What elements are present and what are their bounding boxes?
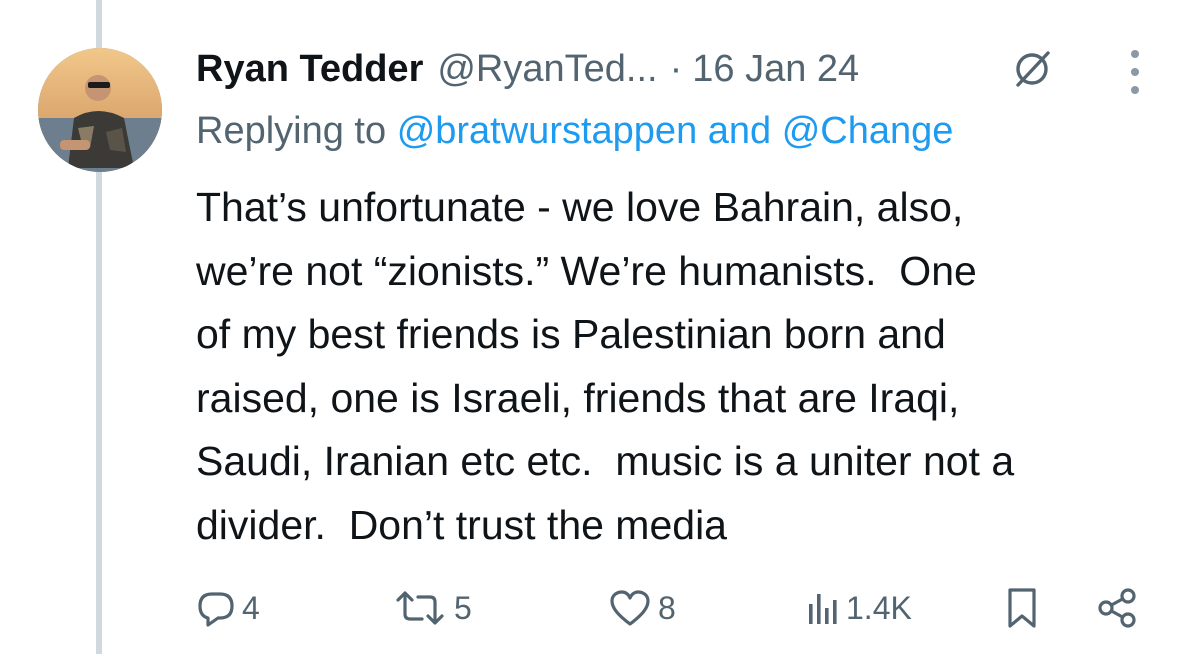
views-count: 1.4K: [846, 589, 912, 626]
tweet-text-line: Saudi, Iranian etc etc. music is a unite…: [196, 438, 1015, 484]
more-icon[interactable]: [1120, 50, 1150, 94]
replying-prefix: Replying to: [196, 110, 387, 152]
like-button[interactable]: 8: [608, 580, 676, 636]
display-name[interactable]: Ryan Tedder: [196, 48, 423, 91]
user-handle[interactable]: @RyanTed...: [437, 48, 657, 91]
action-bar: 4 5 8 1.4K: [196, 580, 1156, 636]
replying-to: Replying to @bratwurstappen and @Change: [196, 110, 953, 153]
like-count: 8: [658, 589, 676, 626]
tweet-text: That’s unfortunate - we love Bahrain, al…: [196, 176, 1186, 557]
share-icon: [1096, 586, 1140, 630]
heart-icon: [608, 588, 652, 628]
bookmark-icon: [1002, 586, 1042, 630]
bookmark-button[interactable]: [1002, 580, 1042, 636]
views-button[interactable]: 1.4K: [806, 580, 912, 636]
tweet-text-line: That’s unfortunate - we love Bahrain, al…: [196, 184, 964, 230]
views-icon: [806, 588, 840, 628]
share-button[interactable]: [1096, 580, 1140, 636]
tweet-date[interactable]: 16 Jan 24: [692, 48, 859, 91]
tweet-text-line: divider. Don’t trust the media: [196, 501, 727, 548]
repost-icon: [392, 588, 448, 628]
grok-icon[interactable]: [1012, 49, 1052, 89]
reply-button[interactable]: 4: [196, 580, 260, 636]
reply-icon: [196, 588, 236, 628]
repost-count: 5: [454, 589, 472, 626]
tweet-text-line: raised, one is Israeli, friends that are…: [196, 374, 960, 421]
tweet-text-line: we’re not “zionists.” We’re humanists. O…: [196, 247, 977, 294]
mention-and[interactable]: and: [708, 110, 771, 152]
reply-count: 4: [242, 589, 260, 626]
repost-button[interactable]: 5: [392, 580, 472, 636]
tweet-header: Ryan Tedder @RyanTed... · 16 Jan 24: [196, 44, 859, 94]
mention-link-change[interactable]: @Change: [782, 110, 954, 152]
mention-link-bratwurstappen[interactable]: @bratwurstappen: [397, 110, 698, 152]
header-separator: ·: [669, 47, 683, 90]
tweet-text-line: of my best friends is Palestinian born a…: [196, 311, 946, 357]
avatar[interactable]: [38, 48, 162, 172]
